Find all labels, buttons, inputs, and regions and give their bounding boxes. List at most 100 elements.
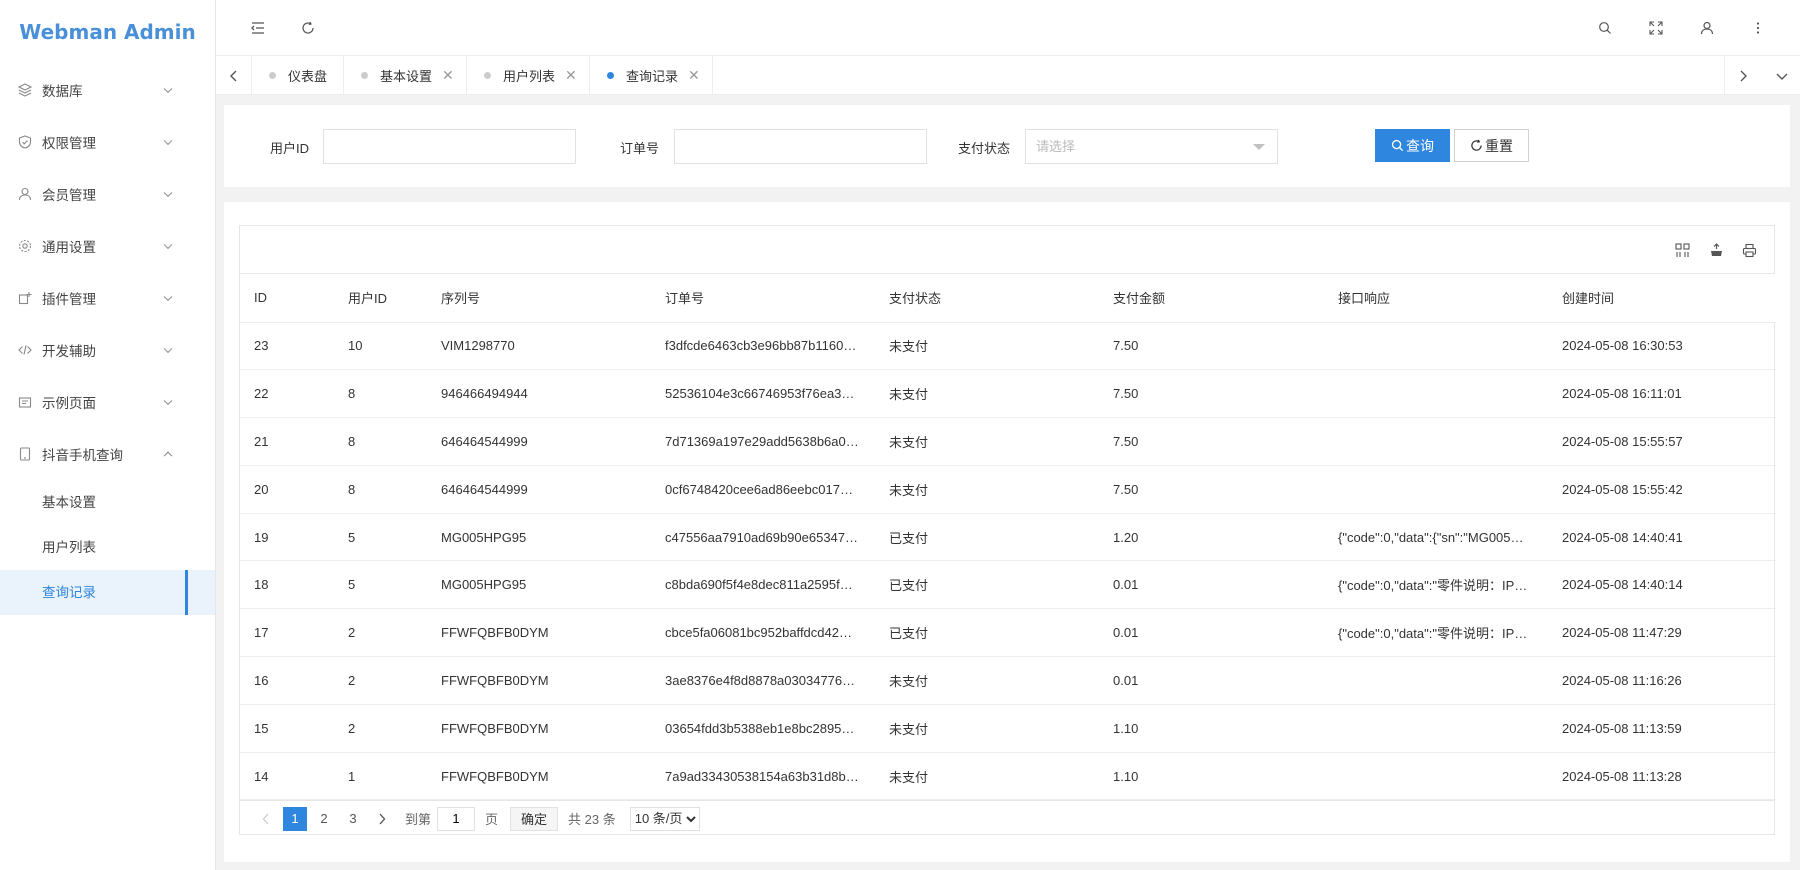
sidebar-subitem-query-records[interactable]: 查询记录 xyxy=(0,570,215,615)
page-button-3[interactable]: 3 xyxy=(341,807,365,831)
column-header[interactable]: 用户ID xyxy=(334,274,427,323)
close-icon[interactable]: ✕ xyxy=(688,67,700,84)
column-filter-button[interactable] xyxy=(1671,239,1693,261)
sidebar-item-plugins[interactable]: 插件管理 xyxy=(0,272,215,324)
table-cell: {"code":0,"data":"零件说明：IP… xyxy=(1324,560,1548,610)
print-button[interactable] xyxy=(1738,239,1760,261)
refresh-button[interactable] xyxy=(296,16,320,40)
tab-basic-settings[interactable]: 基本设置 ✕ xyxy=(344,56,467,95)
pay-status-select[interactable]: 请选择 xyxy=(1025,129,1278,164)
layers-icon xyxy=(18,83,32,97)
print-icon xyxy=(1742,243,1756,257)
query-button[interactable]: 查询 xyxy=(1375,129,1450,162)
table-cell: 2024-05-08 16:11:01 xyxy=(1548,369,1776,419)
page-button-2[interactable]: 2 xyxy=(312,807,336,831)
tabs-scroll-right-button[interactable] xyxy=(1724,56,1760,95)
fullscreen-button[interactable] xyxy=(1644,16,1668,40)
export-button[interactable] xyxy=(1705,239,1727,261)
table-row[interactable]: 23 10 VIM1298770 f3dfcde6463cb3e96bb87b1160… xyxy=(240,322,1776,371)
sidebar-item-general-settings[interactable]: 通用设置 xyxy=(0,220,215,272)
chevron-right-icon xyxy=(1740,70,1747,81)
user-icon xyxy=(1700,21,1714,35)
column-header[interactable]: 序列号 xyxy=(427,274,651,323)
tab-dashboard[interactable]: 仪表盘 xyxy=(252,56,344,95)
table-cell: 5 xyxy=(334,560,427,610)
tab-query-records[interactable]: 查询记录 ✕ xyxy=(590,56,713,95)
table-row[interactable]: 18 5 MG005HPG95 c8bda690f5f4e8dec811a2595f…… xyxy=(240,560,1776,610)
table-cell: 0.01 xyxy=(1099,608,1324,658)
user-menu-button[interactable] xyxy=(1695,16,1719,40)
gear-icon xyxy=(18,239,32,253)
user-icon xyxy=(18,187,32,201)
column-header[interactable]: 创建时间 xyxy=(1548,274,1776,323)
page-unit-label: 页 xyxy=(485,812,499,827)
table-cell: cbce5fa06081bc952baffdcd42… xyxy=(651,608,875,658)
tabs-dropdown-button[interactable] xyxy=(1764,56,1800,95)
page-button-1[interactable]: 1 xyxy=(283,806,307,831)
table-row[interactable]: 14 1 FFWFQBFB0DYM 7a9ad33430538154a63b31d8b… xyxy=(240,752,1776,801)
reset-button[interactable]: 重置 xyxy=(1454,129,1529,162)
table-cell: FFWFQBFB0DYM xyxy=(427,608,651,658)
table-cell: c8bda690f5f4e8dec811a2595f… xyxy=(651,560,875,610)
sidebar-item-permissions[interactable]: 权限管理 xyxy=(0,116,215,168)
next-page-button[interactable] xyxy=(370,807,394,831)
sidebar-item-douyin-phone-query[interactable]: 抖音手机查询 xyxy=(0,428,215,480)
table-cell: 946466494944 xyxy=(427,369,651,419)
goto-confirm-button[interactable]: 确定 xyxy=(510,806,559,831)
shield-icon xyxy=(18,135,32,149)
tablet-icon xyxy=(18,447,32,461)
chevron-up-icon xyxy=(163,451,173,461)
tab-user-list[interactable]: 用户列表 ✕ xyxy=(467,56,590,95)
table-cell: 14 xyxy=(240,752,334,801)
sidebar-subitem-basic-settings[interactable]: 基本设置 xyxy=(0,480,215,525)
table-cell xyxy=(1324,417,1548,466)
table-cell: {"code":0,"data":{"sn":"MG005… xyxy=(1324,513,1548,562)
close-icon[interactable]: ✕ xyxy=(565,67,577,84)
order-no-input[interactable] xyxy=(674,129,927,164)
table-cell: 17 xyxy=(240,608,334,658)
tabs-scroll-left-button[interactable] xyxy=(216,56,252,95)
goto-page-input[interactable] xyxy=(437,806,476,831)
search-icon xyxy=(1599,22,1611,34)
user-id-input[interactable] xyxy=(323,129,576,164)
more-vertical-icon xyxy=(1756,22,1760,34)
tab-label: 基本设置 xyxy=(380,69,433,84)
table-toolbar xyxy=(240,226,1774,274)
search-button[interactable] xyxy=(1593,16,1617,40)
close-icon[interactable]: ✕ xyxy=(442,67,454,84)
column-header[interactable]: ID xyxy=(240,274,334,323)
column-header[interactable]: 订单号 xyxy=(651,274,875,323)
more-button[interactable] xyxy=(1746,16,1770,40)
sidebar-item-example-pages[interactable]: 示例页面 xyxy=(0,376,215,428)
column-header[interactable]: 支付金额 xyxy=(1099,274,1324,323)
chevron-down-icon xyxy=(163,136,173,146)
sidebar-item-dev-tools[interactable]: 开发辅助 xyxy=(0,324,215,376)
refresh-icon xyxy=(302,21,314,34)
tab-label: 用户列表 xyxy=(503,69,556,84)
table-cell: 23 xyxy=(240,322,334,371)
table-row[interactable]: 15 2 FFWFQBFB0DYM 03654fdd3b5388eb1e8bc2895… xyxy=(240,704,1776,753)
column-header[interactable]: 支付状态 xyxy=(875,274,1099,323)
table-cell: 2 xyxy=(334,656,427,705)
table-row[interactable]: 19 5 MG005HPG95 c47556aa7910ad69b90e65347… 已… xyxy=(240,513,1776,562)
columns-icon xyxy=(1674,242,1690,257)
sidebar-item-label: 数据库 xyxy=(42,84,83,99)
data-table-container: ID 用户ID 序列号 订单号 支付状态 支付金额 接口响应 创建时间 23 10… xyxy=(239,225,1776,835)
table-cell: 18 xyxy=(240,560,334,610)
chevron-down-icon xyxy=(163,84,173,94)
table-row[interactable]: 20 8 646464544999 0cf6748420cee6ad86eebc017… xyxy=(240,465,1776,514)
sidebar-item-database[interactable]: 数据库 xyxy=(0,64,215,116)
prev-page-button[interactable] xyxy=(254,807,278,831)
sidebar-item-members[interactable]: 会员管理 xyxy=(0,168,215,220)
column-header[interactable]: 接口响应 xyxy=(1324,274,1548,323)
menu-fold-button[interactable] xyxy=(246,16,270,40)
table-row[interactable]: 17 2 FFWFQBFB0DYM cbce5fa06081bc952baffdcd4… xyxy=(240,608,1776,658)
table-row[interactable]: 21 8 646464544999 7d71369a197e29add5638b6a0… xyxy=(240,417,1776,466)
table-cell: 646464544999 xyxy=(427,465,651,514)
table-row[interactable]: 16 2 FFWFQBFB0DYM 3ae8376e4f8d8878a03034776… xyxy=(240,656,1776,705)
table-row[interactable]: 22 8 946466494944 52536104e3c66746953f76ea3… xyxy=(240,369,1776,419)
plugin-icon xyxy=(18,291,32,305)
table-cell xyxy=(1324,752,1548,801)
sidebar-subitem-user-list[interactable]: 用户列表 xyxy=(0,525,215,570)
page-size-select[interactable]: 10 条/页 xyxy=(629,806,700,831)
